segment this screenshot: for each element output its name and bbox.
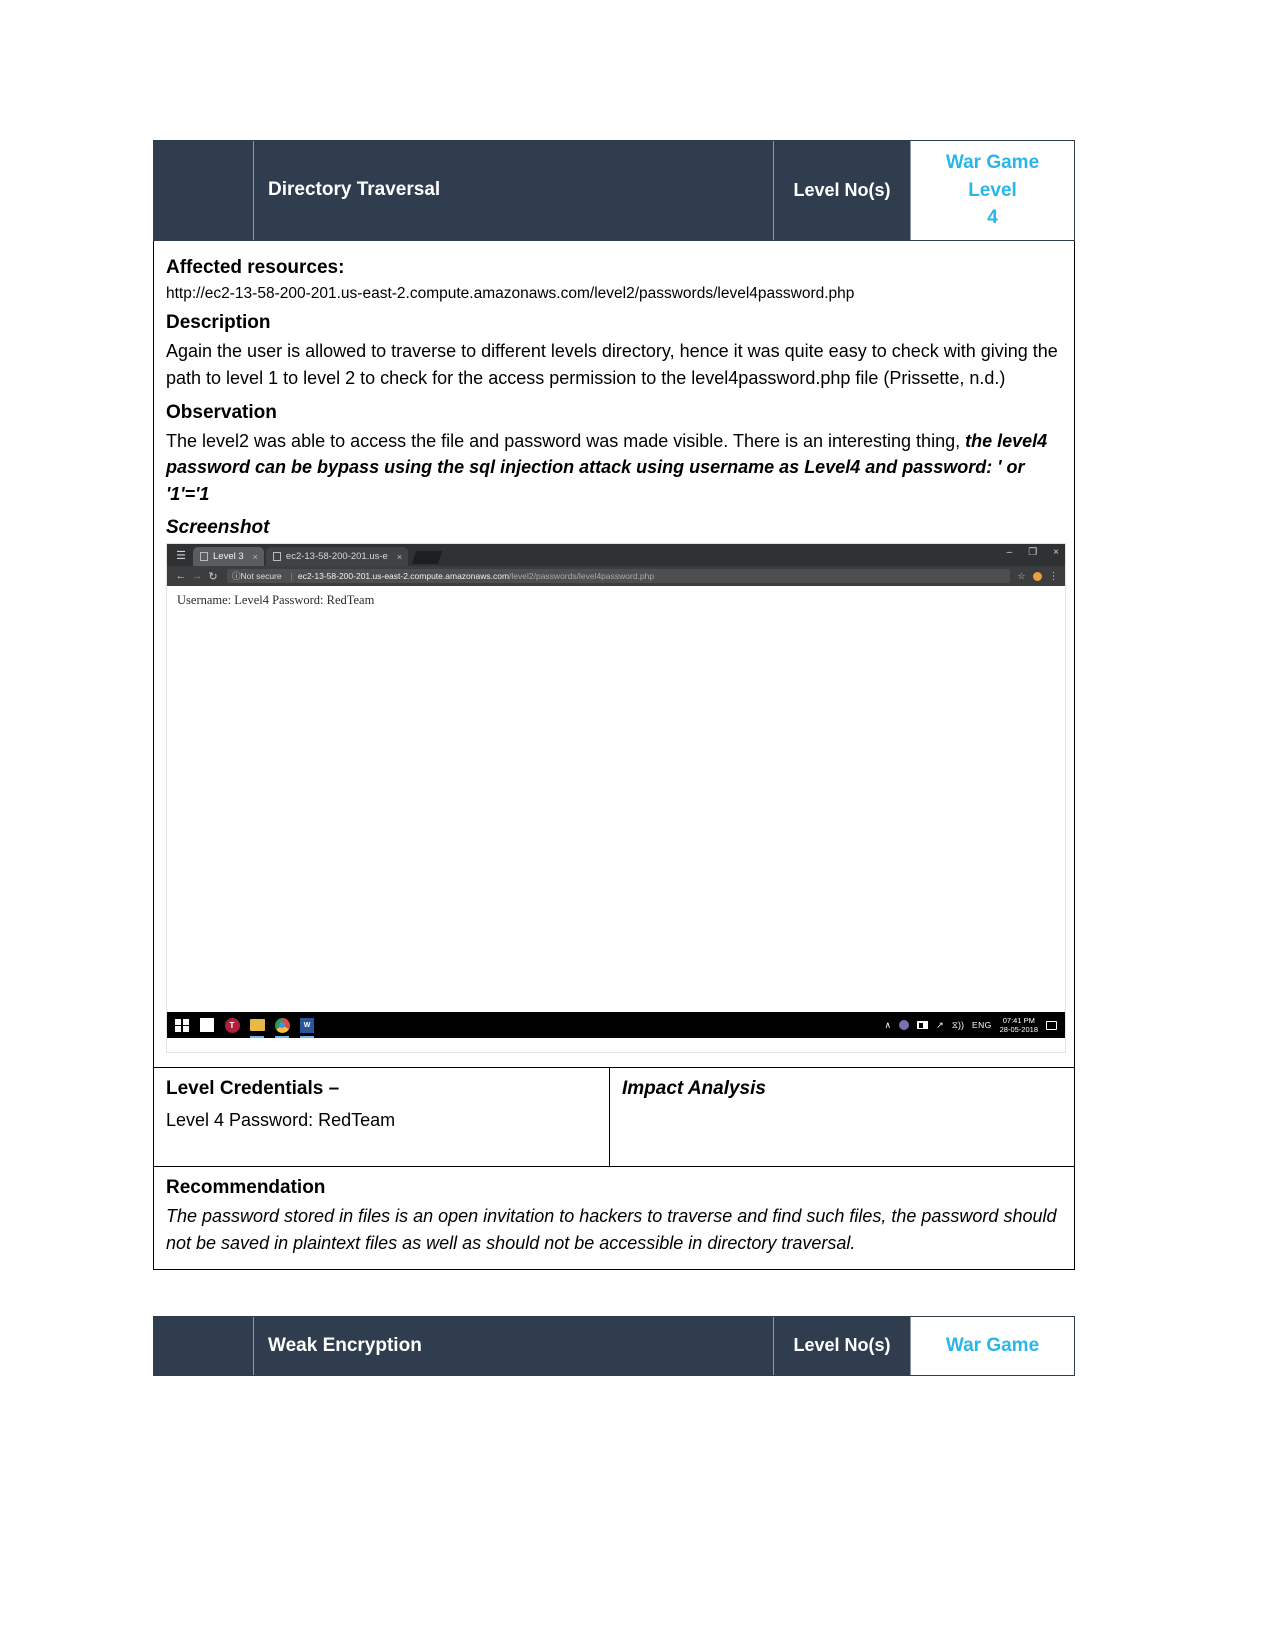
start-button[interactable] — [173, 1016, 191, 1034]
battery-icon[interactable] — [917, 1021, 929, 1030]
browser-toolbar: ← → ↻ ⓘ Not secure | ec2-13-58-200-201.u… — [167, 566, 1065, 587]
close-icon[interactable]: × — [253, 552, 258, 562]
back-icon[interactable]: ← — [173, 570, 189, 582]
notifications-icon[interactable] — [1046, 1020, 1057, 1030]
war-game-text: War Game — [945, 152, 1040, 173]
taskbar-app-file-explorer[interactable] — [248, 1016, 266, 1039]
affected-resources-heading: Affected resources: — [166, 256, 345, 278]
header-spacer-cell — [154, 141, 254, 240]
browser-tab-1[interactable]: Level 3 × — [193, 547, 264, 567]
recommendation-text: The password stored in files is an open … — [166, 1206, 1057, 1254]
security-status-label: Not secure — [240, 571, 282, 582]
screenshot-image: ☰ Level 3 × ec2-13-58-200-201.us-e × – ❐… — [166, 543, 1066, 1054]
taskbar-clock[interactable]: 07:41 PM 28-05-2018 — [1000, 1016, 1038, 1035]
level-credentials-heading: Level Credentials – — [166, 1078, 340, 1100]
close-icon[interactable]: × — [397, 552, 402, 562]
menu-icon[interactable]: ⋮ — [1049, 571, 1060, 582]
description-heading: Description — [166, 312, 271, 334]
browser-tab-strip: ☰ Level 3 × ec2-13-58-200-201.us-e × – ❐… — [167, 544, 1065, 567]
header-spacer-cell — [154, 1316, 254, 1375]
vuln2-header-row: Weak Encryption Level No(s) War Game — [153, 1315, 1075, 1376]
window-controls: – ❐ × — [1007, 547, 1059, 558]
vuln-title: Directory Traversal — [254, 141, 774, 240]
observation-heading: Observation — [166, 401, 277, 423]
observation-plain-text: The level2 was able to access the file a… — [166, 430, 966, 451]
vuln2-level-no-label: Level No(s) — [774, 1316, 911, 1375]
level-number: 4 — [987, 207, 998, 229]
impact-analysis-heading: Impact Analysis — [622, 1078, 766, 1100]
teams-icon: T — [224, 1017, 240, 1033]
taskbar-app-teams[interactable]: T — [223, 1016, 241, 1034]
url-path: /level2/passwords/level4password.php — [509, 571, 655, 582]
affected-resource-url: http://ec2-13-58-200-201.us-east-2.compu… — [166, 284, 855, 302]
minimize-icon[interactable]: – — [1007, 547, 1013, 558]
note-icon — [200, 1018, 214, 1033]
clock-time: 07:41 PM — [1002, 1016, 1035, 1026]
description-text: Again the user is allowed to traverse to… — [166, 341, 1058, 388]
vuln-body: Affected resources: http://ec2-13-58-200… — [153, 240, 1075, 1069]
vuln2-title: Weak Encryption — [254, 1316, 774, 1375]
browser-tab-1-label: Level 3 — [213, 551, 244, 563]
word-icon: W — [300, 1017, 314, 1033]
impact-analysis-cell: Impact Analysis — [610, 1068, 1074, 1166]
clock-date: 28-05-2018 — [999, 1025, 1038, 1035]
taskbar-app-chrome[interactable] — [273, 1016, 291, 1039]
recommendation-heading: Recommendation — [166, 1177, 326, 1199]
level-text: Level — [968, 179, 1017, 201]
taskbar-apps: T W — [173, 1016, 316, 1039]
forward-icon[interactable]: → — [189, 570, 205, 582]
wifi-icon[interactable]: ↗ — [936, 1020, 944, 1031]
taskbar-app-word[interactable]: W — [298, 1016, 316, 1039]
url-host: ec2-13-58-200-201.us-east-2.compute.amaz… — [297, 571, 510, 582]
document-page: Directory Traversal Level No(s) War Game… — [0, 0, 1275, 1650]
level-no-label: Level No(s) — [774, 141, 911, 240]
level-credentials-value: Level 4 Password: RedTeam — [166, 1110, 396, 1131]
system-tray: ∧ ↗ ⧖)) ENG 07:41 PM 28-05-2018 — [885, 1012, 1057, 1038]
browser-tab-2-label: ec2-13-58-200-201.us-e — [285, 551, 388, 563]
browser-system-icon: ☰ — [176, 549, 186, 562]
page-icon — [272, 552, 281, 562]
vuln2-war-game-text: War Game — [945, 1334, 1040, 1356]
war-game-level-cell: War Game Level 4 — [911, 141, 1074, 240]
reload-icon[interactable]: ↻ — [205, 570, 221, 583]
bookmark-star-icon[interactable]: ☆ — [1017, 571, 1025, 582]
folder-icon — [249, 1019, 265, 1032]
recommendation-cell: Recommendation The password stored in fi… — [153, 1167, 1075, 1270]
page-credentials-text: Username: Level4 Password: RedTeam — [177, 593, 375, 608]
tray-expand-icon[interactable]: ∧ — [885, 1020, 892, 1031]
screenshot-heading: Screenshot — [166, 517, 270, 539]
page-icon — [200, 552, 208, 562]
report-document: Directory Traversal Level No(s) War Game… — [153, 140, 1075, 1376]
address-bar[interactable]: ⓘ Not secure | ec2-13-58-200-201.us-east… — [227, 569, 1011, 584]
maximize-icon[interactable]: ❐ — [1028, 547, 1037, 558]
taskbar-app-sticky-notes[interactable] — [198, 1016, 216, 1034]
address-separator: | — [290, 571, 293, 582]
credentials-impact-row: Level Credentials – Level 4 Password: Re… — [153, 1068, 1075, 1168]
avatar[interactable] — [1032, 571, 1042, 581]
windows-taskbar: T W ∧ ↗ ⧖)) ENG 07:41 PM 28-05-2018 — [167, 1012, 1065, 1039]
tray-app-icon[interactable] — [899, 1020, 910, 1031]
toolbar-right-group: ☆ ⋮ — [1017, 571, 1059, 582]
chrome-icon — [274, 1017, 290, 1033]
windows-logo-icon — [175, 1018, 189, 1033]
language-indicator[interactable]: ENG — [972, 1020, 992, 1030]
volume-icon[interactable]: ⧖)) — [952, 1020, 964, 1031]
info-icon: ⓘ — [232, 571, 241, 582]
close-window-icon[interactable]: × — [1053, 547, 1059, 558]
vuln2-war-game-cell: War Game — [911, 1316, 1074, 1375]
browser-tab-2[interactable]: ec2-13-58-200-201.us-e × — [265, 547, 409, 567]
level-credentials-cell: Level Credentials – Level 4 Password: Re… — [154, 1068, 610, 1167]
new-tab-button[interactable] — [411, 551, 443, 565]
vuln-header-row: Directory Traversal Level No(s) War Game… — [153, 140, 1075, 241]
observation-text: The level2 was able to access the file a… — [166, 428, 1062, 508]
browser-page-content: Username: Level4 Password: RedTeam — [167, 586, 1065, 1013]
